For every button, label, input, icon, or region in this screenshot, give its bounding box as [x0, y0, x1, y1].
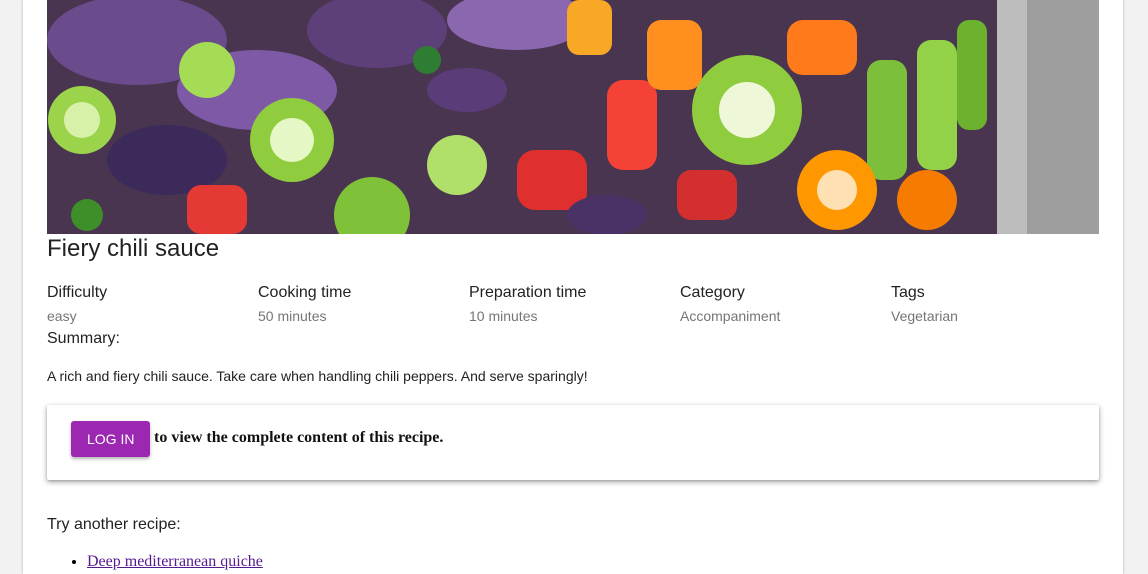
summary-text: A rich and fiery chili sauce. Take care … — [47, 368, 588, 384]
meta-label: Difficulty — [47, 284, 108, 301]
meta-value: easy — [47, 308, 77, 324]
summary-label: Summary: — [47, 330, 120, 347]
recipe-title: Fiery chili sauce — [47, 235, 220, 262]
meta-category: Category Accompaniment — [680, 283, 880, 325]
meta-label: Cooking time — [258, 284, 352, 301]
meta-tags: Tags Vegetarian — [891, 283, 1091, 325]
meta-value: Vegetarian — [891, 308, 958, 324]
meta-value: 50 minutes — [258, 308, 327, 324]
meta-cooking-time: Cooking time 50 minutes — [258, 283, 458, 325]
login-button[interactable]: LOG IN — [71, 421, 151, 457]
meta-value: 10 minutes — [469, 308, 538, 324]
login-prompt-card: LOG IN to view the complete content of t… — [47, 405, 1099, 480]
related-recipes-label: Try another recipe: — [47, 516, 181, 533]
recipe-meta: Difficulty easy Cooking time 50 minutes … — [47, 283, 1103, 327]
meta-value: Accompaniment — [680, 308, 781, 324]
meta-label: Preparation time — [469, 284, 587, 301]
related-recipes-list: Deep mediterranean quiche — [47, 551, 263, 573]
recipe-hero-image — [47, 0, 1099, 234]
meta-difficulty: Difficulty easy — [47, 283, 247, 325]
related-recipe-link[interactable]: Deep mediterranean quiche — [87, 553, 263, 570]
meta-label: Tags — [891, 284, 925, 301]
login-prompt-text: to view the complete content of this rec… — [154, 429, 444, 446]
list-item: Deep mediterranean quiche — [87, 551, 263, 573]
meta-preparation-time: Preparation time 10 minutes — [469, 283, 669, 325]
meta-label: Category — [680, 284, 745, 301]
recipe-page: Fiery chili sauce Difficulty easy Cookin… — [23, 0, 1123, 574]
